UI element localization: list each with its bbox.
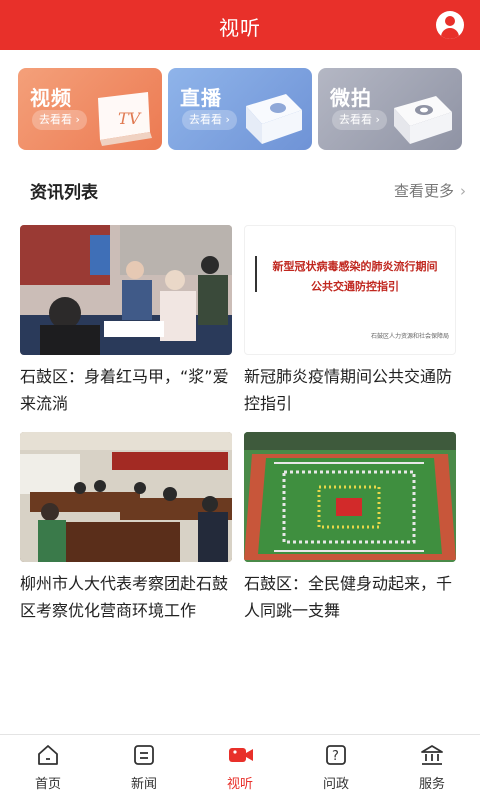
- news-card[interactable]: 新型冠状病毒感染的肺炎流行期间 公共交通防控指引 石鼓区人力资源和社会保障局 新…: [244, 225, 456, 417]
- page-title: 视听: [219, 16, 261, 40]
- video-camera-icon: [229, 748, 253, 762]
- news-title: 柳州市人大代表考察团赴石鼓区考察优化营商环境工作: [20, 574, 229, 620]
- tab-audio-video[interactable]: 视听: [192, 735, 288, 800]
- bottom-tab-bar: 首页 新闻 视听 ? 问政 服务: [0, 734, 480, 800]
- tab-inquiry[interactable]: ? 问政: [288, 735, 384, 800]
- section-title: 资讯列表: [30, 183, 98, 203]
- category-live[interactable]: 直播 去看看 ›: [168, 68, 312, 150]
- news-icon: [134, 745, 154, 765]
- news-card[interactable]: 柳州市人大代表考察团赴石鼓区考察优化营商环境工作: [20, 432, 232, 624]
- news-image[interactable]: 新型冠状病毒感染的肺炎流行期间 公共交通防控指引 石鼓区人力资源和社会保障局: [244, 225, 456, 355]
- home-icon: [38, 745, 58, 765]
- tab-news[interactable]: 新闻: [96, 735, 192, 800]
- news-section-header: 资讯列表 查看更多 ›: [0, 170, 480, 206]
- category-shot[interactable]: 微拍 去看看 ›: [318, 68, 462, 150]
- news-card[interactable]: 石鼓区：身着红马甲，“浆”爱来流淌: [20, 225, 232, 417]
- go-see-link[interactable]: 去看看 ›: [332, 110, 387, 130]
- news-image[interactable]: [20, 225, 232, 355]
- go-see-link[interactable]: 去看看 ›: [32, 110, 87, 130]
- go-see-link[interactable]: 去看看 ›: [182, 110, 237, 130]
- svg-text:?: ?: [332, 749, 339, 764]
- image-source: 石鼓区人力资源和社会保障局: [370, 333, 449, 340]
- user-icon[interactable]: [436, 11, 464, 39]
- category-row: 视频 去看看 › TV 直播 去看看 › 微拍 去看看 ›: [18, 68, 462, 150]
- live-icon: [246, 94, 302, 144]
- image-heading: 新型冠状病毒感染的肺炎流行期间: [272, 260, 438, 273]
- see-more-link[interactable]: 查看更多 ›: [394, 180, 466, 201]
- news-image[interactable]: [20, 432, 232, 562]
- chevron-right-icon: ›: [460, 182, 466, 200]
- svg-text:TV: TV: [118, 109, 142, 128]
- service-icon: [421, 745, 443, 765]
- news-title: 新冠肺炎疫情期间公共交通防控指引: [244, 367, 453, 413]
- app-header: 视听: [0, 0, 480, 50]
- news-title: 石鼓区：身着红马甲，“浆”爱来流淌: [20, 367, 229, 413]
- tab-home[interactable]: 首页: [0, 735, 96, 800]
- tab-service[interactable]: 服务: [384, 735, 480, 800]
- news-image[interactable]: [244, 432, 456, 562]
- news-title: 石鼓区：全民健身动起来，千人同跳一支舞: [244, 574, 453, 620]
- news-card[interactable]: 石鼓区：全民健身动起来，千人同跳一支舞: [244, 432, 456, 624]
- category-name: 视频: [30, 86, 72, 110]
- tv-icon: TV: [98, 92, 152, 146]
- tab-label: 首页: [34, 777, 61, 792]
- category-name: 微拍: [330, 86, 372, 110]
- camera-icon: [394, 96, 452, 144]
- question-icon: ?: [326, 745, 346, 765]
- category-video[interactable]: 视频 去看看 › TV: [18, 68, 162, 150]
- tab-label: 服务: [418, 777, 445, 792]
- tab-label: 新闻: [130, 777, 157, 792]
- tab-label: 视听: [226, 777, 253, 792]
- image-heading: 公共交通防控指引: [311, 280, 399, 293]
- category-name: 直播: [180, 86, 222, 110]
- tab-label: 问政: [322, 777, 349, 792]
